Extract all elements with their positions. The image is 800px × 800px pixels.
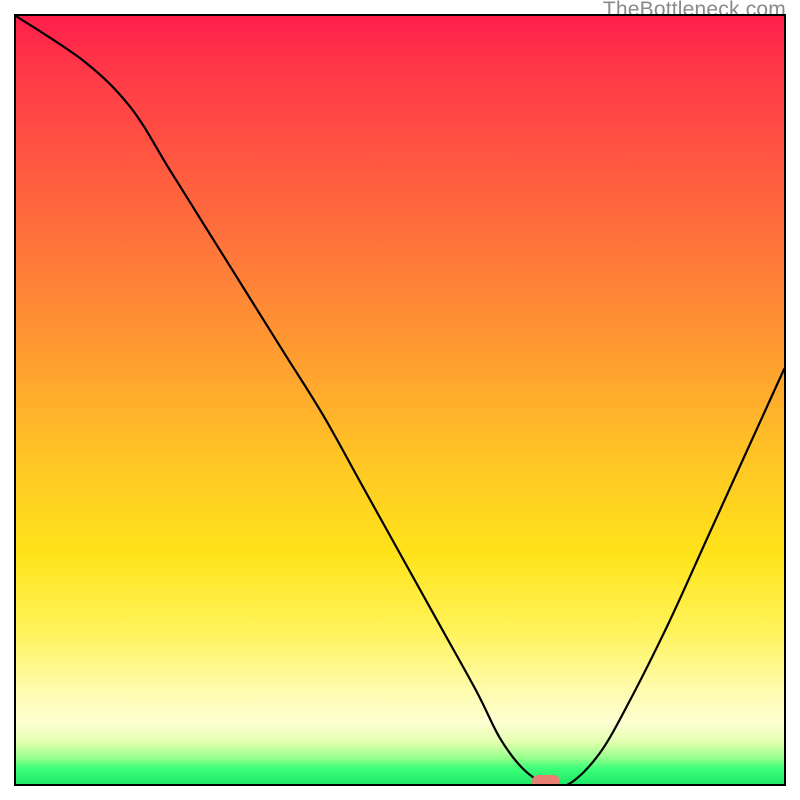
bottleneck-chart: TheBottleneck.com [0,0,800,800]
curve-layer [16,16,784,784]
optimal-point-marker [532,775,560,786]
plot-area [14,14,786,786]
bottleneck-curve-path [16,16,784,784]
